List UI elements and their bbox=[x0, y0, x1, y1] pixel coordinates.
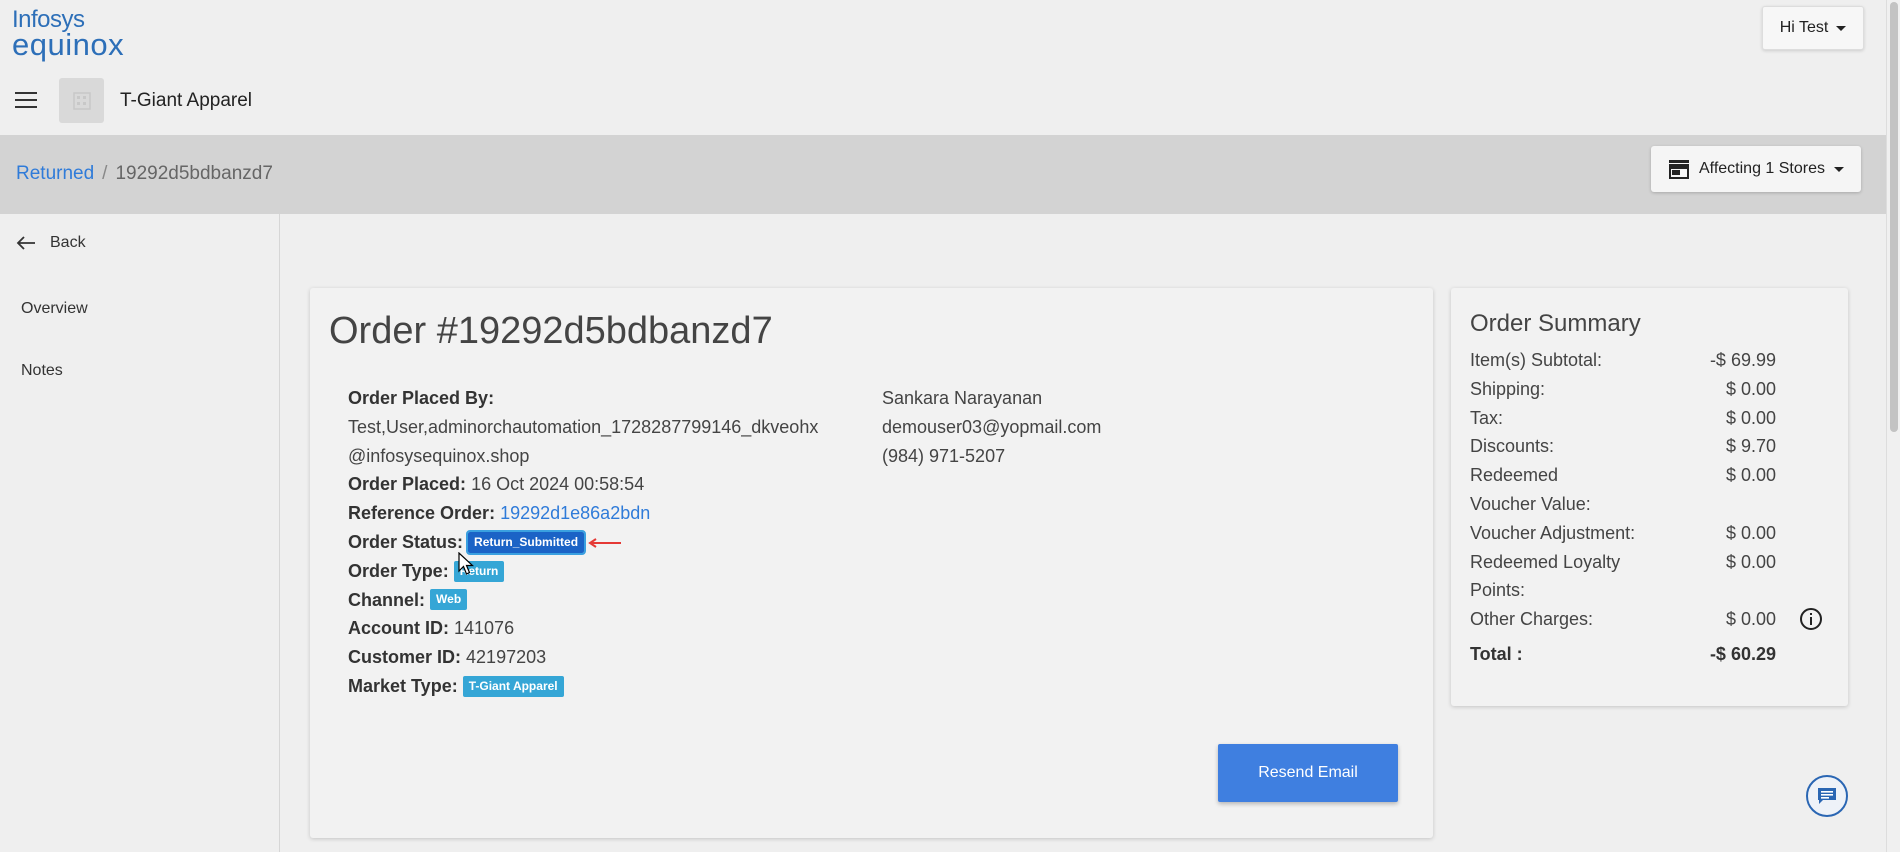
affecting-stores-button[interactable]: Affecting 1 Stores bbox=[1651, 146, 1861, 192]
summary-row: Tax: $ 0.00 bbox=[1470, 404, 1830, 433]
type-label: Order Type: bbox=[348, 560, 449, 581]
sidebar-item-notes[interactable]: Notes bbox=[21, 362, 63, 380]
logo-line-2: equinox bbox=[12, 27, 125, 62]
summary-label: Voucher Adjustment: bbox=[1470, 522, 1636, 543]
summary-label: Redeemed Loyalty Points: bbox=[1470, 551, 1621, 601]
breadcrumb: Returned / 19292d5bdbanzd7 bbox=[16, 163, 273, 185]
status-badge: Return_Submitted bbox=[466, 529, 587, 555]
order-title: Order #19292d5bdbanzd7 bbox=[329, 310, 773, 352]
summary-total-label: Total : bbox=[1470, 643, 1523, 664]
reference-order-link[interactable]: 19292d1e86a2bdn bbox=[500, 503, 650, 523]
summary-row: Redeemed Voucher Value: $ 0.00 bbox=[1470, 461, 1830, 519]
breadcrumb-bar: Returned / 19292d5bdbanzd7 bbox=[0, 135, 1886, 214]
summary-label: Redeemed Voucher Value: bbox=[1470, 465, 1591, 514]
summary-label: Shipping: bbox=[1470, 378, 1546, 399]
account-label: Account ID: bbox=[348, 618, 449, 639]
channel-badge: Web bbox=[430, 589, 468, 611]
order-summary-card: Order Summary Item(s) Subtotal: -$ 69.99 … bbox=[1451, 288, 1848, 706]
arrow-left-icon bbox=[16, 236, 35, 250]
scrollbar-thumb[interactable] bbox=[1890, 2, 1898, 432]
order-info: Order Placed By: Test,User,adminorchauto… bbox=[348, 384, 888, 701]
info-circle-icon[interactable] bbox=[1799, 607, 1823, 631]
summary-value: $ 0.00 bbox=[1725, 551, 1776, 572]
store-name: T-Giant Apparel bbox=[120, 90, 253, 111]
summary-label: Other Charges: bbox=[1470, 609, 1594, 630]
caret-down-icon bbox=[1834, 166, 1844, 172]
summary-value: $ 9.70 bbox=[1725, 436, 1776, 457]
resend-email-button[interactable]: Resend Email bbox=[1218, 744, 1398, 802]
summary-row: Other Charges: $ 0.00 bbox=[1470, 605, 1830, 634]
contact-email: demouser03@yopmail.com bbox=[882, 416, 1102, 437]
summary-row: Item(s) Subtotal: -$ 69.99 bbox=[1470, 346, 1830, 375]
channel-label: Channel: bbox=[348, 589, 426, 610]
affecting-stores-label: Affecting 1 Stores bbox=[1699, 160, 1825, 177]
summary-value: $ 0.00 bbox=[1725, 609, 1776, 630]
summary-label: Tax: bbox=[1470, 407, 1504, 428]
customer-value: 42197203 bbox=[466, 647, 547, 668]
chat-button[interactable] bbox=[1806, 775, 1848, 817]
account-value: 141076 bbox=[454, 618, 515, 639]
breadcrumb-link-returned[interactable]: Returned bbox=[16, 163, 94, 184]
user-menu-label: Hi Test bbox=[1779, 19, 1829, 36]
summary-row: Voucher Adjustment: $ 0.00 bbox=[1470, 519, 1830, 548]
summary-row: Shipping: $ 0.00 bbox=[1470, 375, 1830, 404]
caret-down-icon bbox=[1836, 25, 1847, 31]
menu-icon[interactable] bbox=[15, 92, 37, 108]
reference-label: Reference Order: bbox=[348, 503, 496, 524]
breadcrumb-separator: / bbox=[102, 163, 108, 184]
market-label: Market Type: bbox=[348, 675, 458, 696]
user-menu-button[interactable]: Hi Test bbox=[1762, 6, 1864, 50]
summary-value: $ 0.00 bbox=[1725, 465, 1776, 486]
customer-label: Customer ID: bbox=[348, 647, 462, 668]
storefront-icon bbox=[1669, 160, 1689, 179]
infosys-equinox-logo[interactable]: Infosys equinox bbox=[12, 8, 125, 62]
chat-bubble-icon bbox=[1818, 788, 1836, 804]
back-label: Back bbox=[50, 234, 86, 251]
summary-total-row: Total : -$ 60.29 bbox=[1470, 640, 1830, 669]
contact-name: Sankara Narayanan bbox=[882, 388, 1043, 408]
breadcrumb-current: 19292d5bdbanzd7 bbox=[115, 163, 273, 184]
summary-value: $ 0.00 bbox=[1725, 378, 1776, 399]
summary-label: Discounts: bbox=[1470, 436, 1555, 457]
summary-rows: Item(s) Subtotal: -$ 69.99 Shipping: $ 0.0… bbox=[1470, 346, 1830, 669]
summary-total-value: -$ 60.29 bbox=[1709, 643, 1776, 664]
summary-title: Order Summary bbox=[1470, 310, 1641, 337]
top-header: Infosys equinox Hi Test T-Giant Apparel bbox=[0, 0, 1886, 135]
status-label: Order Status: bbox=[348, 531, 464, 552]
sidebar-item-overview[interactable]: Overview bbox=[21, 300, 88, 318]
summary-row: Redeemed Loyalty Points: $ 0.00 bbox=[1470, 548, 1830, 606]
placed-by-value-line1: Test,User,adminorchautomation_1728287799… bbox=[348, 416, 819, 437]
market-badge: T-Giant Apparel bbox=[462, 675, 564, 697]
summary-row: Discounts: $ 9.70 bbox=[1470, 432, 1830, 461]
summary-label: Item(s) Subtotal: bbox=[1470, 350, 1603, 370]
customer-contact: Sankara Narayanan demouser03@yopmail.com… bbox=[882, 384, 1101, 470]
placed-value: 16 Oct 2024 00:58:54 bbox=[471, 474, 645, 495]
contact-phone: (984) 971-5207 bbox=[882, 445, 1006, 466]
placed-by-value-line2: @infosysequinox.shop bbox=[348, 445, 530, 466]
sidebar: Back Overview Notes bbox=[0, 214, 280, 852]
summary-value: $ 0.00 bbox=[1725, 522, 1776, 543]
type-badge: Return bbox=[453, 560, 505, 582]
order-details-card: Order #19292d5bdbanzd7 Order Placed By: … bbox=[310, 288, 1433, 838]
building-icon bbox=[59, 78, 104, 123]
annotation-arrow-icon bbox=[588, 538, 622, 549]
placed-by-label: Order Placed By: bbox=[348, 388, 495, 408]
summary-value: -$ 69.99 bbox=[1709, 350, 1776, 370]
page-scrollbar[interactable] bbox=[1886, 0, 1900, 852]
placed-label: Order Placed: bbox=[348, 474, 467, 495]
summary-value: $ 0.00 bbox=[1725, 407, 1776, 428]
back-link[interactable]: Back bbox=[16, 234, 86, 252]
